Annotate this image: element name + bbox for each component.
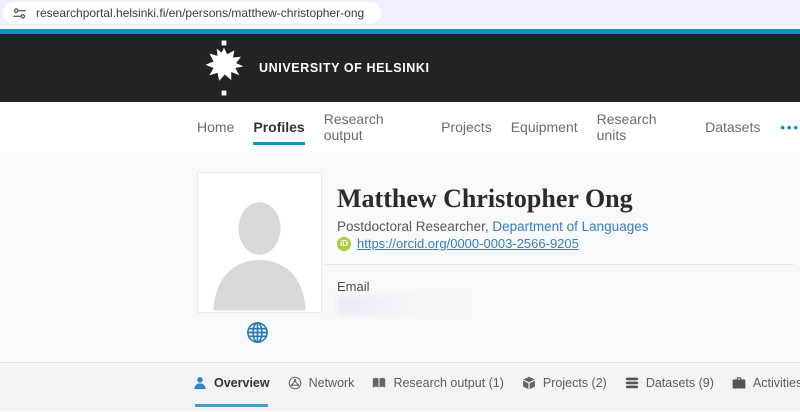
orcid-link[interactable]: https://orcid.org/0000-0003-2566-9205 — [357, 236, 579, 251]
cube-icon — [522, 376, 536, 390]
browser-toolbar: researchportal.helsinki.fi/en/persons/ma… — [0, 0, 800, 26]
person-role: Postdoctoral Researcher, — [337, 219, 489, 234]
contact-divider — [325, 264, 794, 265]
person-name: Matthew Christopher Ong — [337, 184, 633, 213]
site-header: UNIVERSITY OF HELSINKI — [0, 34, 800, 102]
tab-label: Overview — [214, 376, 270, 390]
affiliation-link[interactable]: Department of Languages — [492, 219, 648, 234]
globe-icon[interactable] — [246, 321, 269, 344]
orcid-icon[interactable]: iD — [337, 236, 351, 251]
tab-network[interactable]: Network — [288, 376, 355, 390]
research-portal-page: researchportal.helsinki.fi/en/persons/ma… — [0, 0, 800, 412]
tab-projects[interactable]: Projects (2) — [522, 376, 607, 390]
email-label: Email — [337, 279, 370, 294]
nav-item-research-units[interactable]: Research units — [597, 102, 686, 152]
tab-label: Activities (3) — [752, 376, 800, 390]
person-role-line: Postdoctoral Researcher, Department of L… — [337, 219, 648, 234]
tab-datasets[interactable]: Datasets (9) — [625, 376, 714, 390]
avatar-placeholder — [197, 172, 322, 313]
person-silhouette-icon — [213, 202, 306, 311]
nav-item-home[interactable]: Home — [197, 102, 234, 152]
university-wordmark[interactable]: UNIVERSITY OF HELSINKI — [259, 61, 430, 75]
tab-overview[interactable]: Overview — [193, 376, 270, 407]
tab-activities[interactable]: Activities (3) — [732, 376, 800, 390]
nav-item-equipment[interactable]: Equipment — [511, 102, 578, 152]
tab-label: Datasets (9) — [645, 376, 714, 390]
orcid-row: iD https://orcid.org/0000-0003-2566-9205 — [337, 236, 579, 251]
network-globe-icon — [288, 376, 302, 390]
address-bar[interactable]: researchportal.helsinki.fi/en/persons/ma… — [3, 2, 381, 24]
nav-item-datasets[interactable]: Datasets — [705, 102, 760, 152]
profile-tabs: Overview Network Research output (1) Pro… — [0, 363, 800, 411]
nav-item-projects[interactable]: Projects — [441, 102, 492, 152]
site-settings-icon[interactable] — [12, 6, 27, 21]
url-text[interactable]: researchportal.helsinki.fi/en/persons/ma… — [36, 6, 364, 20]
person-icon — [193, 376, 207, 390]
main-nav: Home Profiles Research output Projects E… — [0, 102, 800, 152]
tab-label: Research output (1) — [393, 376, 504, 390]
database-icon — [625, 376, 639, 390]
profile-hero: Matthew Christopher Ong Postdoctoral Res… — [0, 152, 800, 363]
tab-research-output[interactable]: Research output (1) — [372, 376, 504, 390]
email-value-redacted — [337, 295, 465, 315]
university-of-helsinki-logo-icon[interactable] — [203, 40, 245, 96]
open-book-icon — [372, 376, 386, 390]
tab-label: Network — [308, 376, 355, 390]
nav-item-profiles[interactable]: Profiles — [253, 102, 306, 152]
tab-label: Projects (2) — [542, 376, 607, 390]
briefcase-icon — [732, 376, 746, 390]
nav-item-research-output[interactable]: Research output — [324, 102, 422, 152]
nav-more-button[interactable]: ••• — [780, 102, 800, 152]
